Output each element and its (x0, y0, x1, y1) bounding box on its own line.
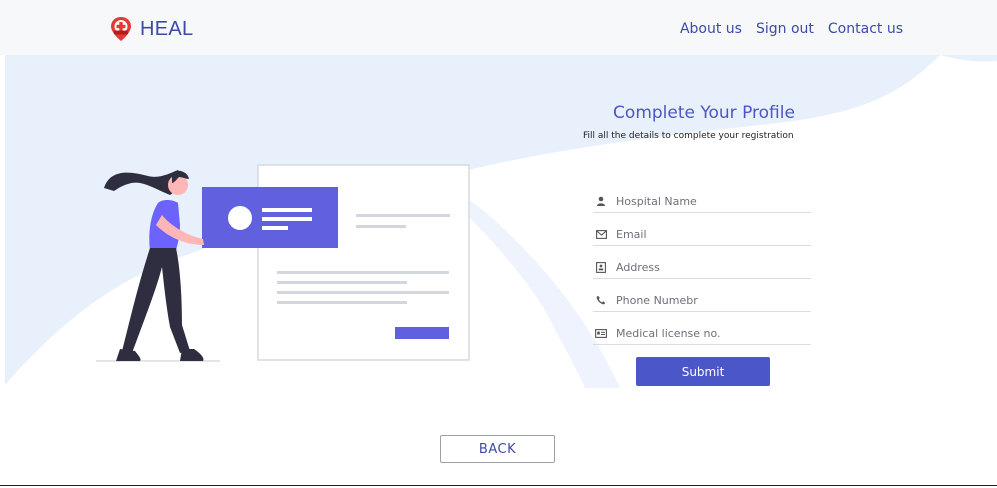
profile-illustration (96, 164, 470, 362)
user-icon (595, 195, 607, 207)
page-title: Complete Your Profile (613, 103, 795, 123)
medical-license-input[interactable] (616, 325, 806, 342)
phone-row (593, 292, 811, 312)
hospital-name-input[interactable] (616, 193, 806, 210)
heal-logo-icon (111, 17, 131, 41)
phone-icon (595, 294, 607, 306)
medical-license-row (593, 325, 811, 345)
nav-link-sign-out[interactable]: Sign out (756, 21, 814, 37)
profile-form (593, 193, 811, 358)
submit-button[interactable]: Submit (636, 357, 770, 386)
page-subtitle: Fill all the details to complete your re… (583, 131, 794, 141)
envelope-icon (595, 228, 607, 240)
address-card-icon (595, 261, 607, 273)
back-button[interactable]: BACK (440, 435, 555, 463)
address-row (593, 259, 811, 279)
address-input[interactable] (616, 259, 806, 276)
nav-links: About us Sign out Contact us (666, 21, 903, 37)
id-card-icon (595, 327, 607, 339)
nav-link-contact-us[interactable]: Contact us (828, 21, 903, 37)
email-row (593, 226, 811, 246)
navbar: HEAL About us Sign out Contact us (0, 0, 997, 55)
brand[interactable]: HEAL (110, 16, 193, 42)
nav-link-about-us[interactable]: About us (680, 21, 742, 37)
brand-name: HEAL (140, 17, 194, 40)
bottom-divider (0, 485, 997, 486)
email-input[interactable] (616, 226, 806, 243)
hospital-name-row (593, 193, 811, 213)
phone-input[interactable] (616, 292, 806, 309)
